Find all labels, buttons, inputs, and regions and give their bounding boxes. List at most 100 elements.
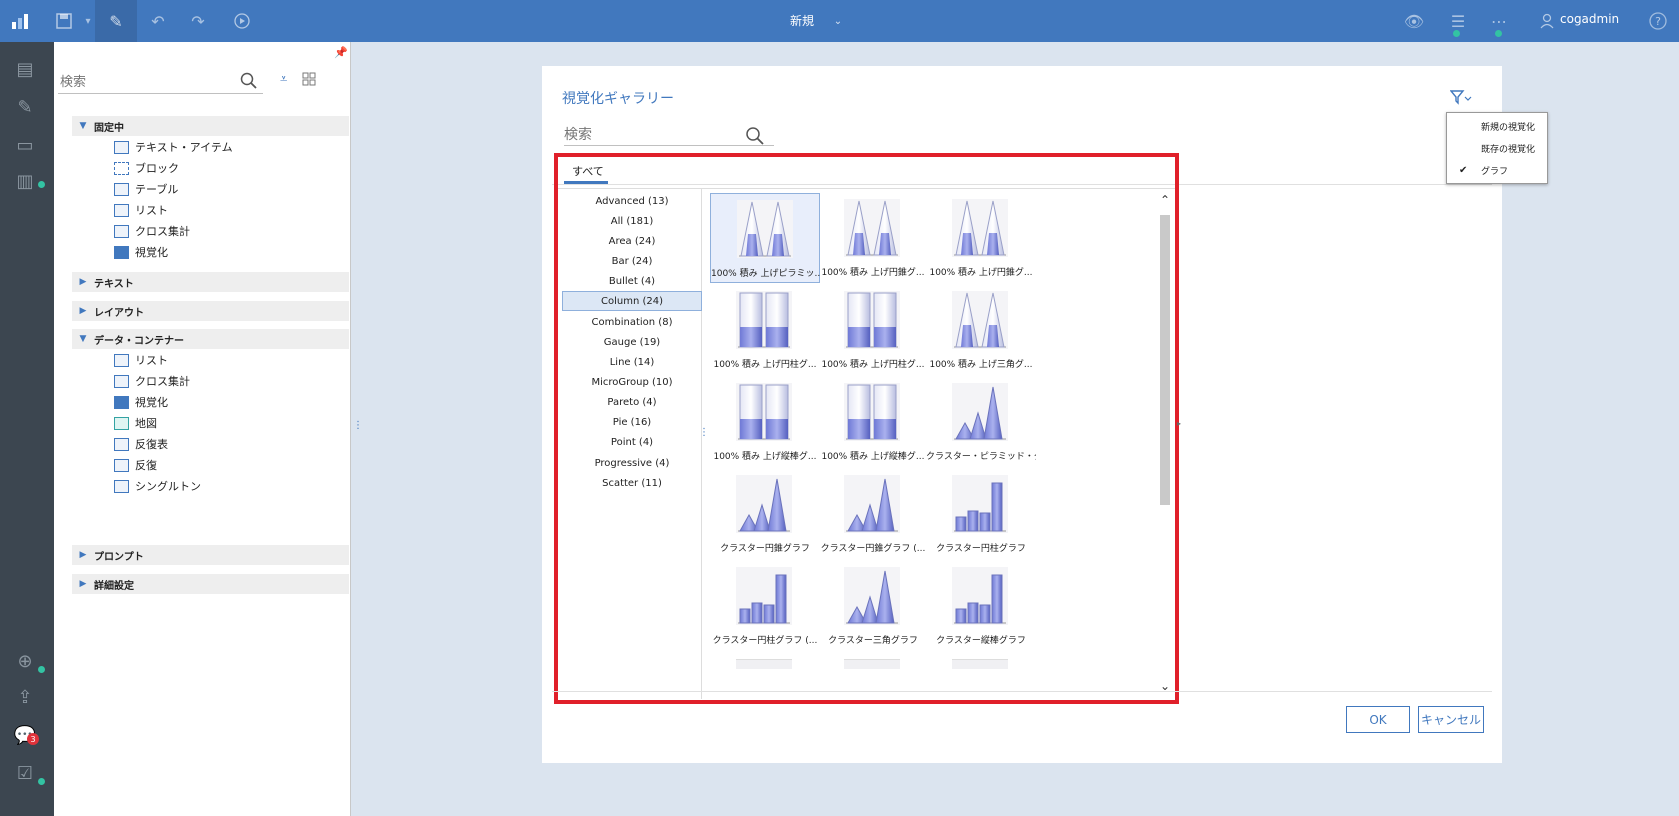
chart-thumbnail[interactable]: クラスター・ピラミッド・グ...	[926, 377, 1036, 467]
chart-thumbnail[interactable]: クラスター円柱グラフ (...	[710, 561, 820, 651]
add-icon[interactable]: ⊕	[12, 648, 38, 674]
category-item[interactable]: Scatter (11)	[562, 473, 702, 493]
upload-icon[interactable]: ⇪	[12, 684, 38, 710]
chevron-down-icon[interactable]: ⌄	[822, 0, 854, 42]
category-item[interactable]: Area (24)	[562, 231, 702, 251]
category-list: Advanced (13) All (181) Area (24) Bar (24) B…	[562, 189, 702, 699]
chart-thumbnail-icon	[844, 199, 900, 257]
panel-search-input[interactable]	[58, 72, 263, 94]
edit-icon[interactable]: ✎	[95, 0, 137, 42]
menu-item-chart[interactable]: ✔ グラフ	[1447, 160, 1549, 180]
pages-icon[interactable]: ▤	[12, 56, 38, 82]
chart-thumbnail[interactable]: 100% 積み 上げ円錐グ...	[926, 193, 1036, 283]
user-name[interactable]: cogadmin	[1560, 12, 1619, 26]
app-logo-icon[interactable]	[4, 0, 36, 42]
container-item[interactable]: リスト	[114, 351, 168, 369]
category-item[interactable]: Pareto (4)	[562, 392, 702, 412]
scrollbar-thumb[interactable]	[1160, 215, 1170, 505]
cancel-button[interactable]: キャンセル	[1418, 706, 1484, 733]
chart-thumbnail[interactable]	[926, 653, 1036, 699]
chart-thumbnail[interactable]: 100% 積み 上げ縦棒グ...	[818, 377, 928, 467]
report-title[interactable]: 新規	[790, 12, 814, 29]
vertical-scrollbar[interactable]: ⌃ ⌄	[1158, 189, 1172, 699]
container-item[interactable]: クロス集計	[114, 372, 190, 390]
chart-thumbnail[interactable]: 100% 積み 上げピラミッ...	[710, 193, 821, 283]
section-pinned[interactable]: ▼ 固定中	[72, 116, 349, 136]
validation-icon[interactable]: ☑	[12, 760, 38, 786]
category-item[interactable]: All (181)	[562, 211, 702, 231]
pinned-item[interactable]: クロス集計	[114, 222, 190, 240]
visualization-icon	[114, 245, 129, 259]
pinned-item[interactable]: テキスト・アイテム	[114, 138, 233, 156]
undo-icon[interactable]: ↶	[142, 0, 174, 42]
search-icon[interactable]	[240, 72, 258, 93]
view-toggle-icon[interactable]	[302, 72, 316, 89]
pinned-item[interactable]: ブロック	[114, 159, 179, 177]
collapsed-triangle-icon: ▶	[79, 579, 87, 589]
section-label: 詳細設定	[94, 580, 134, 592]
pinned-item[interactable]: テーブル	[114, 180, 178, 198]
category-item[interactable]: Point (4)	[562, 432, 702, 452]
category-item[interactable]: MicroGroup (10)	[562, 372, 702, 392]
container-item[interactable]: 反復表	[114, 435, 168, 453]
gallery-search-input[interactable]	[564, 124, 774, 146]
chart-thumbnail-icon	[952, 475, 1008, 533]
user-icon[interactable]	[1531, 0, 1563, 42]
category-item[interactable]: Progressive (4)	[562, 453, 702, 473]
menu-item-existing-visualization[interactable]: 既存の視覚化	[1447, 138, 1549, 158]
help-icon[interactable]: ?	[1642, 0, 1674, 42]
top-bar: ▾ ✎ ↶ ↷ 新規 ⌄ 👁 ☰ ⋯ cogadmin ?	[0, 0, 1679, 42]
category-item[interactable]: Combination (8)	[562, 312, 702, 332]
run-icon[interactable]	[226, 0, 258, 42]
category-item[interactable]: Column (24)	[562, 291, 702, 311]
category-item[interactable]: Line (14)	[562, 352, 702, 372]
preview-eye-icon[interactable]: 👁	[1398, 0, 1430, 42]
pinned-item[interactable]: 視覚化	[114, 243, 168, 261]
section-advanced[interactable]: ▶ 詳細設定	[72, 574, 349, 594]
scroll-up-icon[interactable]: ⌃	[1160, 193, 1170, 207]
section-prompt[interactable]: ▶ プロンプト	[72, 545, 349, 565]
filter-button[interactable]	[1444, 86, 1478, 108]
data-icon[interactable]: ▥	[12, 168, 38, 194]
page-layout-icon[interactable]: ▭	[12, 132, 38, 158]
redo-icon[interactable]: ↷	[182, 0, 214, 42]
pinned-item[interactable]: リスト	[114, 201, 168, 219]
container-item[interactable]: シングルトン	[114, 477, 201, 495]
category-item[interactable]: Pie (16)	[562, 412, 702, 432]
expanded-triangle-icon: ▼	[79, 121, 87, 131]
collapse-all-icon[interactable]: ⩡	[280, 72, 287, 87]
pin-icon[interactable]: 📌	[334, 46, 348, 59]
chart-thumbnail[interactable]: 100% 積み 上げ三角グ...	[926, 285, 1036, 375]
category-item[interactable]: Bullet (4)	[562, 271, 702, 291]
chart-thumbnail[interactable]: 100% 積み 上げ円柱グ...	[710, 285, 820, 375]
container-item[interactable]: 反復	[114, 456, 157, 474]
dialog-title: 視覚化ギャラリー	[562, 91, 674, 107]
category-item[interactable]: Bar (24)	[562, 251, 702, 271]
section-data-container[interactable]: ▼ データ・コンテナー	[72, 329, 349, 349]
status-dot-icon	[38, 666, 45, 673]
panel-splitter-icon[interactable]: ⋮	[353, 420, 363, 431]
menu-item-new-visualization[interactable]: 新規の視覚化	[1447, 116, 1549, 136]
container-item[interactable]: 視覚化	[114, 393, 168, 411]
category-item[interactable]: Advanced (13)	[562, 191, 702, 211]
tab-all[interactable]: すべて	[572, 163, 604, 179]
search-icon[interactable]	[745, 126, 765, 149]
ok-button[interactable]: OK	[1346, 706, 1410, 733]
chart-thumbnail[interactable]	[818, 653, 928, 699]
toolbox-icon[interactable]: ✎	[12, 94, 38, 120]
expand-arrow-icon[interactable]: ▸	[1177, 419, 1181, 428]
chart-thumbnail[interactable]: クラスター三角グラフ	[818, 561, 928, 651]
chart-thumbnail[interactable]: クラスター円錐グラフ	[710, 469, 820, 559]
chart-thumbnail[interactable]: 100% 積み 上げ円柱グ...	[818, 285, 928, 375]
chart-thumbnail[interactable]: 100% 積み 上げ縦棒グ...	[710, 377, 820, 467]
section-text[interactable]: ▶ テキスト	[72, 272, 349, 292]
section-layout[interactable]: ▶ レイアウト	[72, 301, 349, 321]
chart-thumbnail[interactable]: 100% 積み 上げ円錐グ...	[818, 193, 928, 283]
chart-thumbnail[interactable]: クラスター縦棒グラフ	[926, 561, 1036, 651]
container-item[interactable]: 地図	[114, 414, 157, 432]
item-label: 反復	[135, 459, 157, 472]
chart-thumbnail[interactable]: クラスター円錐グラフ (...	[818, 469, 928, 559]
chart-thumbnail[interactable]	[710, 653, 820, 699]
category-item[interactable]: Gauge (19)	[562, 332, 702, 352]
chart-thumbnail[interactable]: クラスター円柱グラフ	[926, 469, 1036, 559]
